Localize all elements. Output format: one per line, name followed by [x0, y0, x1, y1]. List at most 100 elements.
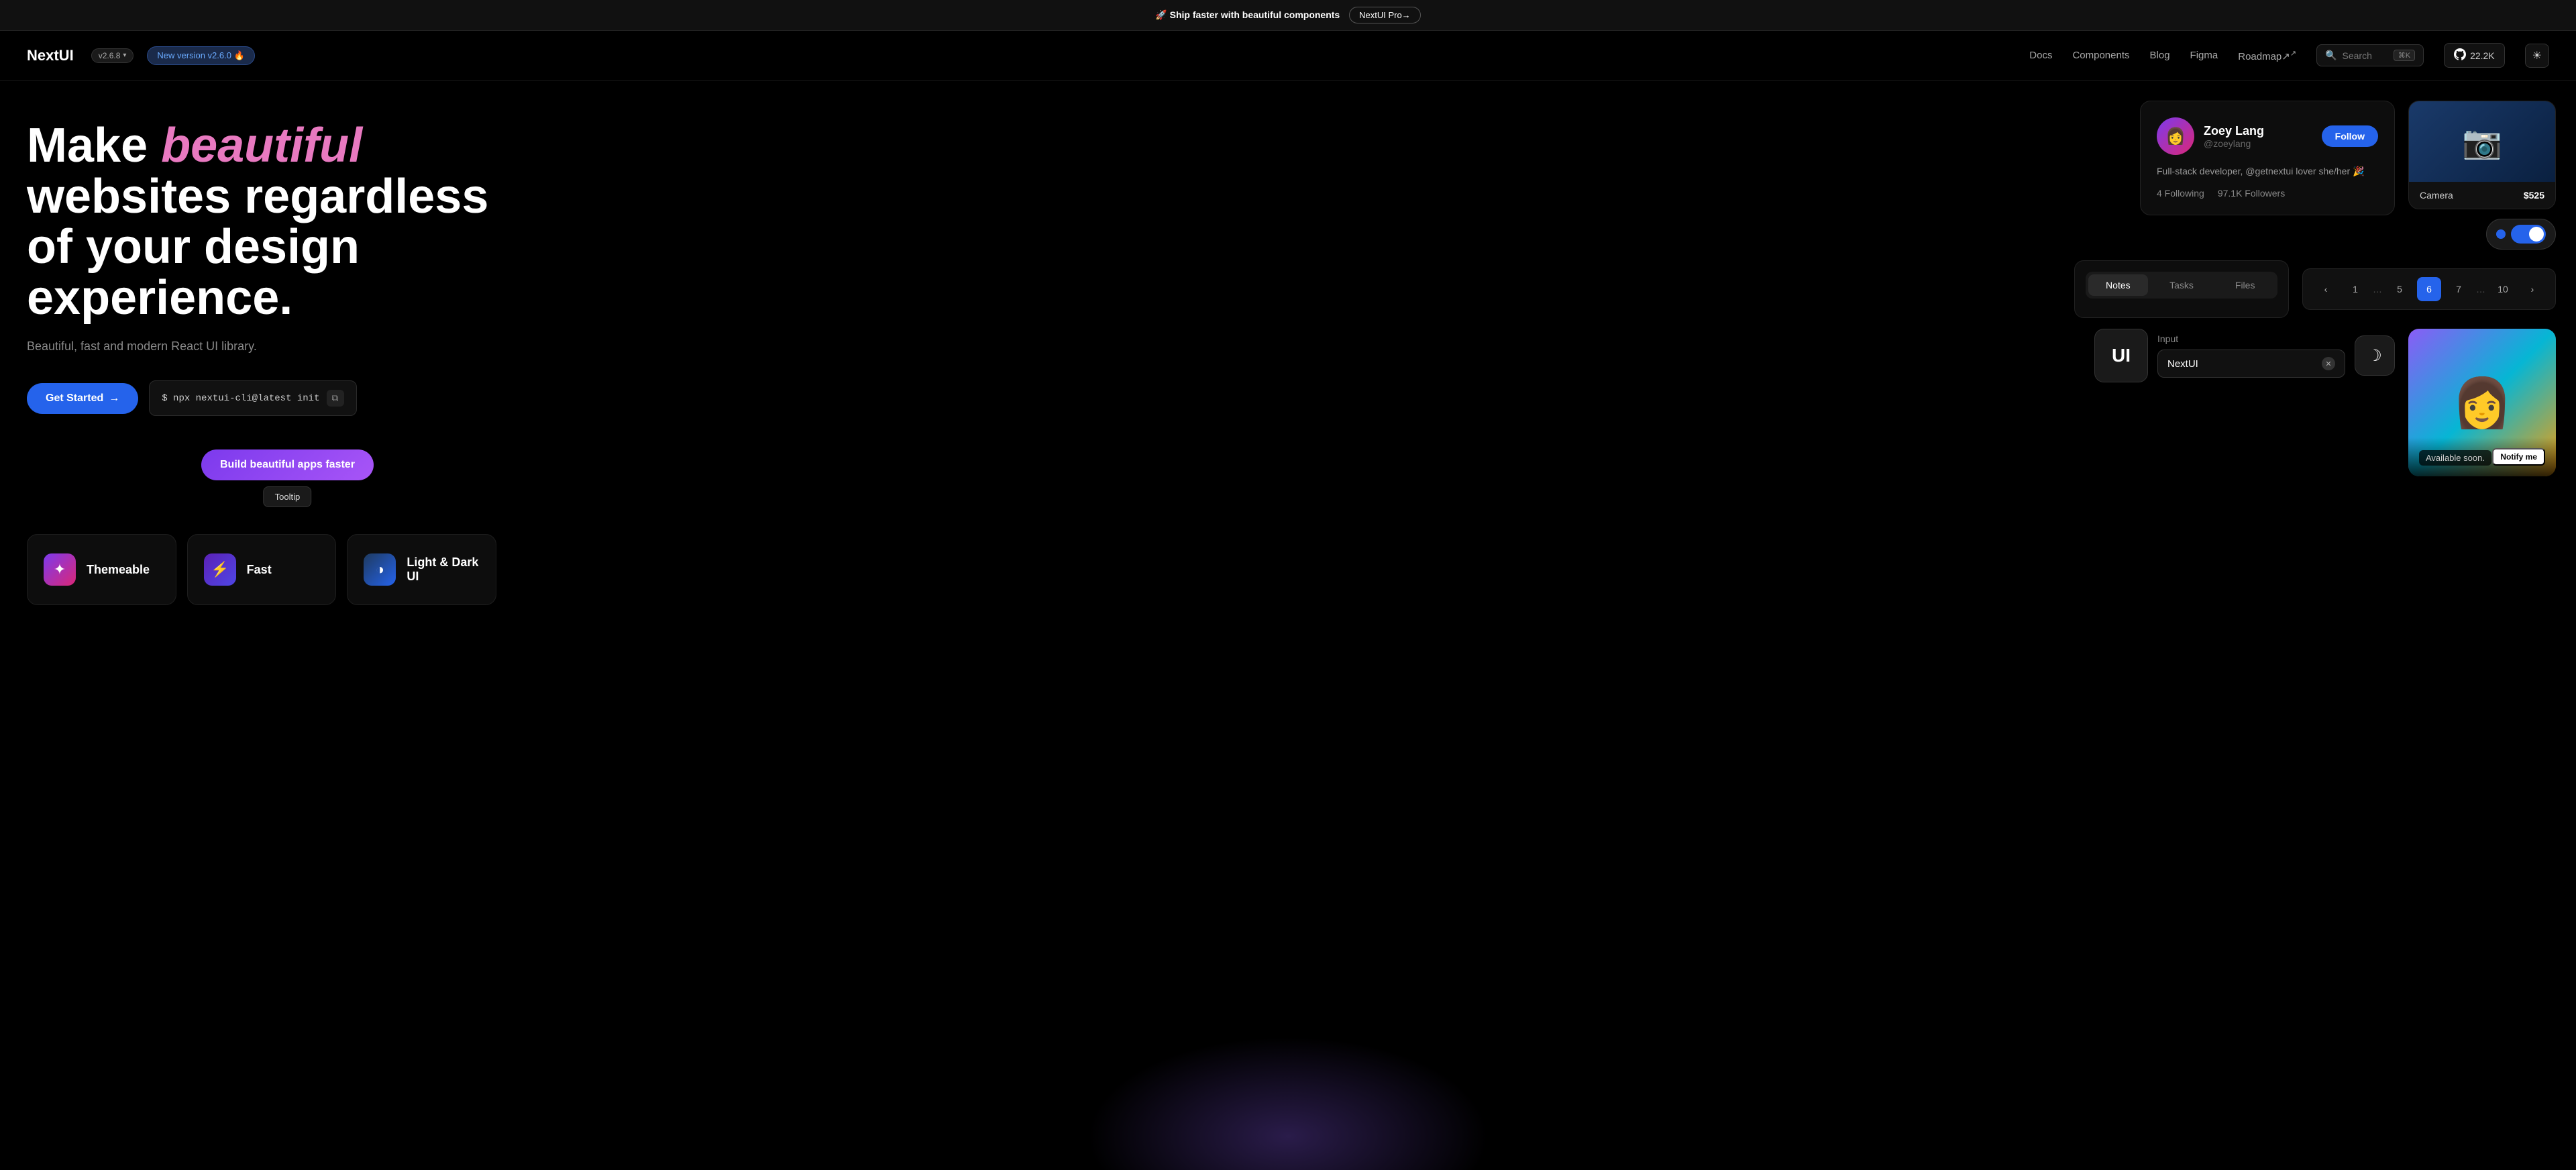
cli-command: $ npx nextui-cli@latest init ⧉ [149, 380, 356, 416]
page-7-button[interactable]: 7 [2447, 277, 2471, 301]
tooltip-section: Build beautiful apps faster Tooltip [201, 449, 496, 480]
feature-lightdark: ◑ Light & Dark UI [347, 534, 496, 605]
notify-button[interactable]: Notify me [2492, 448, 2545, 466]
tab-files[interactable]: Files [2215, 274, 2275, 296]
new-version-badge[interactable]: New version v2.6.0 🔥 [147, 46, 254, 65]
github-stars: 22.2K [2470, 50, 2495, 61]
feature-fast: ⚡ Fast [187, 534, 337, 605]
pro-button[interactable]: NextUI Pro→ [1349, 7, 1421, 23]
camera-card: 📷 Camera $525 [2408, 101, 2556, 209]
input-group-row: UI Input NextUI ✕ ☽ [2094, 329, 2395, 382]
top-widgets-row: 👩 Zoey Lang @zoeylang Follow Full-stack … [2140, 101, 2556, 250]
bottom-widgets-row: UI Input NextUI ✕ ☽ 👩 Available soon. [2094, 329, 2556, 476]
tooltip-box: Tooltip [264, 486, 312, 507]
profile-header: 👩 Zoey Lang @zoeylang Follow [2157, 117, 2378, 155]
github-link[interactable]: 22.2K [2444, 43, 2505, 68]
tab-tasks[interactable]: Tasks [2152, 274, 2212, 296]
get-started-arrow: → [109, 392, 119, 405]
profile-name-group: Zoey Lang @zoeylang [2204, 124, 2264, 149]
title-prefix: Make [27, 119, 161, 172]
tabs-widget: Notes Tasks Files [2074, 260, 2289, 318]
page-5-button[interactable]: 5 [2387, 277, 2412, 301]
middle-widgets-row: Notes Tasks Files ‹ 1 … 5 6 7 … 10 › [2074, 260, 2556, 318]
dark-mode-button[interactable]: ☽ [2355, 335, 2395, 376]
toggle-track[interactable] [2511, 225, 2546, 244]
input-widget: Input NextUI ✕ [2157, 333, 2345, 378]
profile-identity: 👩 Zoey Lang @zoeylang [2157, 117, 2264, 155]
bg-glow [1087, 1036, 1489, 1170]
search-icon: 🔍 [2325, 50, 2337, 61]
tabs-row: Notes Tasks Files [2086, 272, 2277, 299]
search-bar[interactable]: 🔍 Search ⌘K [2316, 44, 2424, 66]
theme-toggle-button[interactable]: ☀ [2525, 44, 2549, 68]
search-shortcut: ⌘K [2394, 50, 2415, 61]
themeable-icon: ✦ [44, 553, 76, 586]
input-label: Input [2157, 333, 2345, 344]
followers-count: 97.1K Followers [2218, 188, 2285, 199]
cli-text: $ npx nextui-cli@latest init [162, 393, 319, 404]
fast-icon: ⚡ [204, 553, 236, 586]
camera-name: Camera [2420, 190, 2453, 201]
music-overlay: Available soon. Notify me [2408, 437, 2556, 476]
nav-links: Docs Components Blog Figma Roadmap↗ 🔍 Se… [2029, 43, 2549, 68]
available-text: Available soon. [2419, 450, 2491, 466]
get-started-label: Get Started [46, 392, 103, 405]
profile-avatar: 👩 [2157, 117, 2194, 155]
themeable-label: Themeable [87, 563, 150, 577]
nav-blog[interactable]: Blog [2150, 50, 2170, 61]
version-selector[interactable]: v2.6.8 [91, 48, 134, 63]
follow-button[interactable]: Follow [2322, 125, 2378, 147]
hero-title: Make beautiful websites regardless of yo… [27, 121, 496, 323]
hero-section: Make beautiful websites regardless of yo… [27, 121, 496, 1143]
feature-themeable: ✦ Themeable [27, 534, 176, 605]
feature-row: ✦ Themeable ⚡ Fast ◑ Light & Dark UI [27, 534, 496, 605]
announcement-rocket: 🚀 [1155, 9, 1167, 20]
right-widget-col: 📷 Camera $525 [2408, 101, 2556, 250]
next-page-button[interactable]: › [2520, 277, 2544, 301]
announcement-text: Ship faster with beautiful components [1170, 9, 1340, 20]
navbar: NextUI v2.6.8 New version v2.6.0 🔥 Docs … [0, 31, 2576, 81]
tooltip-trigger-button[interactable]: Build beautiful apps faster [201, 449, 374, 480]
lightdark-label: Light & Dark UI [407, 555, 480, 584]
announcement-bar: 🚀 Ship faster with beautiful components … [0, 0, 2576, 31]
following-count: 4 Following [2157, 188, 2204, 199]
nav-docs[interactable]: Docs [2029, 50, 2052, 61]
profile-card: 👩 Zoey Lang @zoeylang Follow Full-stack … [2140, 101, 2395, 215]
dots-2: … [2476, 284, 2485, 295]
music-card: 👩 Available soon. Notify me [2408, 329, 2556, 476]
profile-name: Zoey Lang [2204, 124, 2264, 138]
page-6-button[interactable]: 6 [2417, 277, 2441, 301]
prev-page-button[interactable]: ‹ [2314, 277, 2338, 301]
nav-components[interactable]: Components [2072, 50, 2129, 61]
page-10-button[interactable]: 10 [2491, 277, 2515, 301]
fast-label: Fast [247, 563, 272, 577]
toggle-thumb [2529, 227, 2544, 242]
search-label: Search [2343, 50, 2372, 61]
toggle-dot [2496, 229, 2506, 239]
nav-logo: NextUI [27, 47, 74, 64]
page-1-button[interactable]: 1 [2343, 277, 2367, 301]
tab-notes[interactable]: Notes [2088, 274, 2148, 296]
title-highlight: beautiful [161, 119, 362, 172]
profile-handle: @zoeylang [2204, 138, 2264, 149]
input-value: NextUI [2167, 358, 2198, 370]
nav-figma[interactable]: Figma [2190, 50, 2218, 61]
get-started-button[interactable]: Get Started → [27, 383, 138, 414]
camera-image: 📷 [2409, 101, 2555, 182]
toggle-widget [2486, 219, 2556, 250]
ui-icon-box: UI [2094, 329, 2148, 382]
nav-roadmap[interactable]: Roadmap↗ [2238, 49, 2296, 62]
profile-bio: Full-stack developer, @getnextui lover s… [2157, 164, 2378, 178]
lightdark-icon: ◑ [364, 553, 396, 586]
copy-button[interactable]: ⧉ [327, 390, 344, 407]
pagination-widget: ‹ 1 … 5 6 7 … 10 › [2302, 268, 2556, 310]
profile-stats: 4 Following 97.1K Followers [2157, 188, 2378, 199]
title-suffix: websites regardless of your design exper… [27, 170, 488, 325]
input-clear-button[interactable]: ✕ [2322, 357, 2335, 370]
tooltip-area: Build beautiful apps faster Tooltip [201, 449, 374, 480]
hero-subtitle: Beautiful, fast and modern React UI libr… [27, 339, 496, 354]
camera-price: $525 [2524, 190, 2544, 201]
camera-info: Camera $525 [2409, 182, 2555, 209]
input-field[interactable]: NextUI ✕ [2157, 350, 2345, 378]
github-icon [2454, 48, 2466, 62]
